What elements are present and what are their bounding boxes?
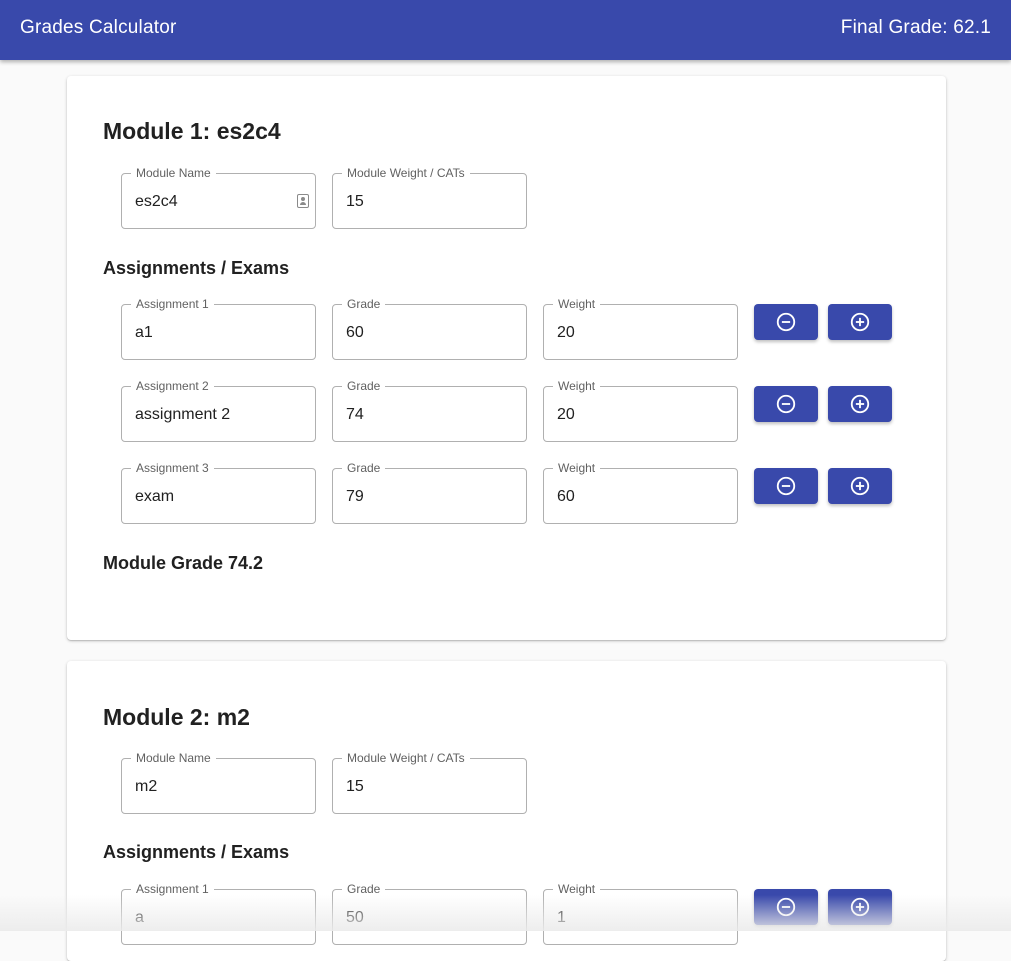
assignment-name-field[interactable]: Assignment 1 (121, 297, 316, 360)
module-title: Module 2: m2 (103, 704, 250, 730)
assignment-name-input[interactable] (135, 406, 285, 424)
assignments-section-title: Assignments / Exams (103, 258, 290, 278)
remove-assignment-button[interactable] (754, 468, 818, 504)
add-circle-outline-icon (850, 897, 870, 917)
assignment-weight-input[interactable] (557, 324, 707, 342)
add-circle-outline-icon (850, 394, 870, 414)
assignment-name-input[interactable] (135, 488, 285, 506)
add-assignment-button[interactable] (828, 468, 892, 504)
module-weight-field[interactable]: Module Weight / CATs (332, 751, 527, 814)
add-assignment-button[interactable] (828, 889, 892, 925)
assignment-weight-label: Weight (553, 461, 601, 475)
assignment-name-field[interactable]: Assignment 2 (121, 379, 316, 442)
remove-circle-outline-icon (776, 312, 796, 332)
assignment-name-label: Assignment 3 (131, 461, 214, 475)
assignment-weight-input[interactable] (557, 488, 707, 506)
module-name-input[interactable] (135, 193, 285, 211)
assignment-grade-input[interactable] (346, 909, 496, 927)
final-grade: Final Grade: 62.1 (840, 17, 991, 38)
add-circle-outline-icon (850, 476, 870, 496)
remove-circle-outline-icon (776, 394, 796, 414)
remove-circle-outline-icon (776, 897, 796, 917)
assignment-name-label: Assignment 2 (131, 379, 214, 393)
assignment-name-input[interactable] (135, 909, 285, 927)
assignment-weight-field[interactable]: Weight (543, 461, 738, 524)
assignment-grade-input[interactable] (346, 406, 496, 424)
module-weight-label: Module Weight / CATs (342, 166, 470, 180)
module-grade: Module Grade 74.2 (103, 553, 264, 573)
module-name-label: Module Name (131, 166, 216, 180)
remove-assignment-button[interactable] (754, 304, 818, 340)
assignment-grade-field[interactable]: Grade (332, 461, 527, 524)
assignment-grade-input[interactable] (346, 488, 496, 506)
remove-assignment-button[interactable] (754, 386, 818, 422)
assignment-grade-label: Grade (342, 379, 386, 393)
assignment-name-field[interactable]: Assignment 1 (121, 882, 316, 945)
assignment-name-label: Assignment 1 (131, 882, 214, 896)
module-name-field[interactable]: Module Name (121, 166, 316, 229)
assignment-grade-label: Grade (342, 882, 386, 896)
assignment-name-label: Assignment 1 (131, 297, 214, 311)
module-weight-input[interactable] (346, 193, 496, 211)
add-assignment-button[interactable] (828, 386, 892, 422)
assignments-section-title: Assignments / Exams (103, 842, 290, 862)
contact-card-icon[interactable] (297, 194, 309, 208)
assignment-name-input[interactable] (135, 324, 285, 342)
app-bar: Grades Calculator Final Grade: 62.1 (0, 0, 1011, 60)
module-weight-label: Module Weight / CATs (342, 751, 470, 765)
remove-circle-outline-icon (776, 476, 796, 496)
add-circle-outline-icon (850, 312, 870, 332)
module-card-1: Module 1: es2c4 Module Name Module Weigh… (67, 76, 946, 640)
assignment-weight-field[interactable]: Weight (543, 379, 738, 442)
assignment-weight-label: Weight (553, 297, 601, 311)
add-assignment-button[interactable] (828, 304, 892, 340)
assignment-weight-field[interactable]: Weight (543, 882, 738, 945)
remove-assignment-button[interactable] (754, 889, 818, 925)
assignment-grade-field[interactable]: Grade (332, 297, 527, 360)
assignment-grade-field[interactable]: Grade (332, 882, 527, 945)
module-card-2: Module 2: m2 Module Name Module Weight /… (67, 661, 946, 961)
assignment-grade-input[interactable] (346, 324, 496, 342)
module-name-label: Module Name (131, 751, 216, 765)
app-title: Grades Calculator (20, 17, 177, 38)
assignment-name-field[interactable]: Assignment 3 (121, 461, 316, 524)
module-weight-field[interactable]: Module Weight / CATs (332, 166, 527, 229)
assignment-weight-label: Weight (553, 379, 601, 393)
assignment-grade-label: Grade (342, 297, 386, 311)
assignment-grade-field[interactable]: Grade (332, 379, 527, 442)
assignment-grade-label: Grade (342, 461, 386, 475)
assignment-weight-label: Weight (553, 882, 601, 896)
module-name-field[interactable]: Module Name (121, 751, 316, 814)
module-title: Module 1: es2c4 (103, 118, 281, 144)
module-name-input[interactable] (135, 778, 285, 796)
module-weight-input[interactable] (346, 778, 496, 796)
assignment-weight-field[interactable]: Weight (543, 297, 738, 360)
assignment-weight-input[interactable] (557, 406, 707, 424)
assignment-weight-input[interactable] (557, 909, 707, 927)
